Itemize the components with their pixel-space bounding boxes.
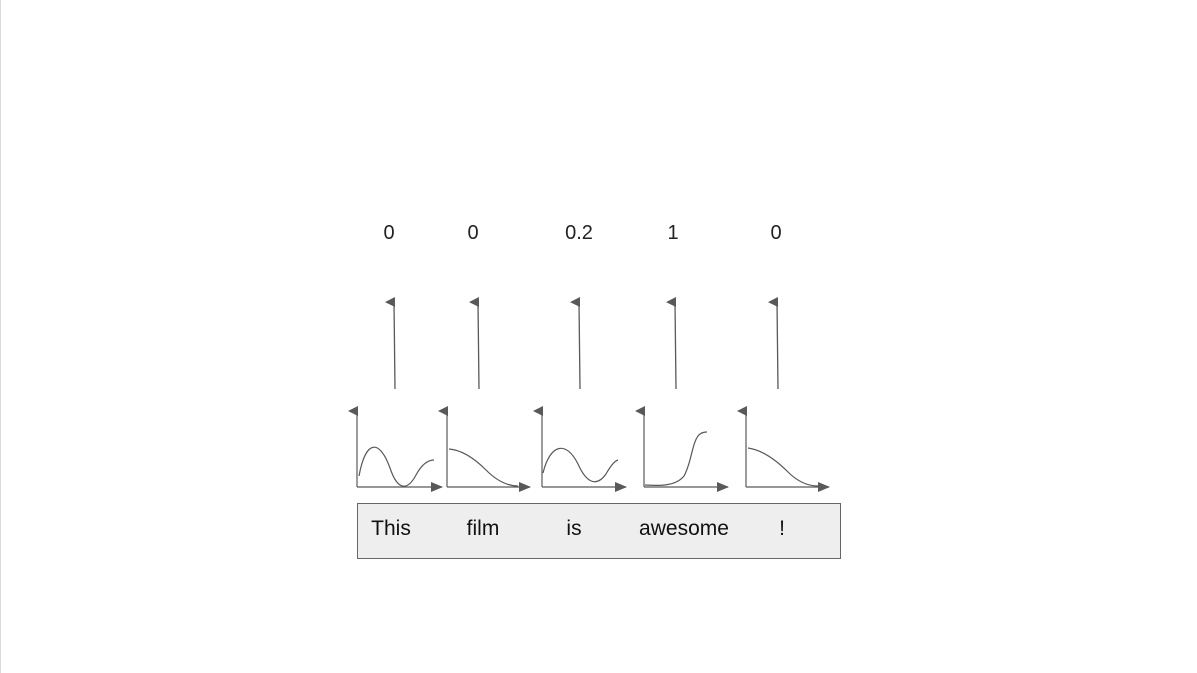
arrows-group: [385, 296, 779, 390]
score-label: 0: [770, 222, 782, 244]
score-label: 0: [467, 222, 479, 244]
score-label: 1: [667, 222, 679, 244]
arrow-up-5: [768, 296, 779, 390]
bimodal-curve-icon: [533, 406, 627, 492]
sigmoid-curve-icon: [635, 406, 729, 492]
arrow-up-2: [469, 296, 480, 390]
diagram-svg: [348, 296, 830, 492]
arrow-up-4: [666, 296, 677, 390]
decay-curve-icon: [737, 406, 830, 492]
arrow-up-1: [385, 296, 396, 390]
token-word: !: [779, 517, 785, 540]
score-label: 0.2: [565, 222, 593, 244]
score-label: 0: [383, 222, 395, 244]
decay-curve-icon: [438, 406, 531, 492]
slide-canvas: 0 0 0.2 1 0 This film is awesome !: [0, 0, 1197, 673]
arrow-up-3: [570, 296, 581, 390]
token-word: is: [566, 517, 582, 540]
bimodal-curve-icon: [348, 406, 443, 492]
